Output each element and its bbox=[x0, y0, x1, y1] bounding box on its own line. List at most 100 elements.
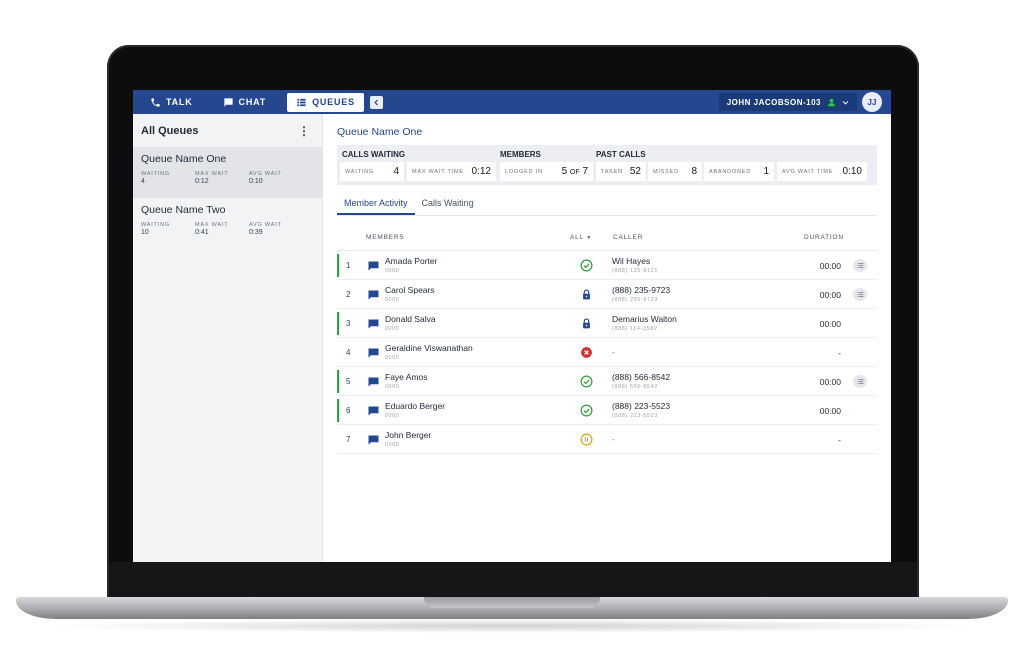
abandoned-stat: ABANDONED 1 bbox=[704, 162, 774, 181]
list-icon bbox=[857, 263, 863, 268]
tab-member-activity[interactable]: Member Activity bbox=[337, 198, 415, 215]
caller-name: (888) 235-9723 bbox=[612, 285, 671, 295]
top-nav-bar: TALK CHAT QUEUES JOHN JACOBSON-103 JJ bbox=[133, 90, 891, 114]
member-name: Amada Porter bbox=[385, 256, 438, 266]
member-extension: 0000 bbox=[385, 355, 400, 361]
member-name: Faye Amos bbox=[385, 372, 428, 382]
member-activity-table: MEMBERS ALL ▼ CALLER DURATION 1 Amada Por… bbox=[337, 225, 877, 454]
user-name: JOHN JACOBSON-103 bbox=[726, 97, 821, 107]
caller-number: (888) 566-8542 bbox=[612, 384, 659, 390]
sidebar-header: All Queues ⋮ bbox=[133, 114, 322, 147]
queue-stat-waiting: WAITING 4 bbox=[141, 171, 170, 185]
member-extension: 0000 bbox=[385, 442, 400, 448]
filter-all-dropdown[interactable]: ALL ▼ bbox=[570, 234, 592, 241]
list-icon bbox=[297, 98, 306, 106]
activity-tabs: Member Activity Calls Waiting bbox=[337, 198, 481, 215]
avatar[interactable]: JJ bbox=[862, 92, 882, 112]
list-icon bbox=[857, 292, 863, 297]
call-duration: 00:00 bbox=[819, 290, 841, 300]
members-heading: MEMBERS bbox=[500, 150, 541, 159]
chat-bubble-icon[interactable] bbox=[368, 319, 379, 329]
row-number: 4 bbox=[346, 348, 351, 357]
chat-bubble-icon[interactable] bbox=[368, 406, 379, 416]
laptop-notch bbox=[424, 597, 600, 608]
main-panel: Queue Name One CALLS WAITING MEMBERS PAS… bbox=[323, 114, 891, 562]
tab-chat[interactable]: CHAT bbox=[214, 93, 276, 112]
phone-icon bbox=[151, 97, 160, 107]
waiting-stat: WAITING 4 bbox=[340, 162, 404, 181]
avg-wait-time-stat: AVG WAIT TIME 0:10 bbox=[777, 162, 867, 181]
more-options-icon[interactable]: ⋮ bbox=[298, 124, 314, 138]
available-check-icon bbox=[580, 375, 593, 388]
details-list-button[interactable] bbox=[853, 375, 867, 388]
tab-talk-label: TALK bbox=[166, 97, 193, 107]
table-row[interactable]: 6 Eduardo Berger 0000 (888) 223-5523 (888) 2… bbox=[337, 396, 877, 425]
tab-queues[interactable]: QUEUES bbox=[287, 92, 364, 112]
call-duration: 00:00 bbox=[819, 406, 841, 416]
queue-item[interactable]: Queue Name Two WAITING 10 MAX WAIT 0:41 … bbox=[133, 198, 322, 249]
page-title: Queue Name One bbox=[337, 126, 423, 138]
call-duration: 00:00 bbox=[819, 261, 841, 271]
chat-bubble-icon[interactable] bbox=[368, 290, 379, 300]
chat-bubble-icon[interactable] bbox=[368, 261, 379, 271]
call-duration: - bbox=[838, 348, 841, 358]
table-row[interactable]: 3 Donald Salva 0000 Demarius Walton (888) 11… bbox=[337, 309, 877, 338]
user-menu[interactable]: JOHN JACOBSON-103 bbox=[718, 93, 857, 111]
member-extension: 0000 bbox=[385, 268, 400, 274]
queue-stats: WAITING 10 MAX WAIT 0:41 AVG WAIT 0:39 bbox=[141, 222, 314, 236]
chat-bubble-icon[interactable] bbox=[368, 348, 379, 358]
collapse-button[interactable] bbox=[369, 95, 383, 109]
member-extension: 0000 bbox=[385, 413, 400, 419]
caller-number: (888) 114-3582 bbox=[612, 326, 658, 332]
table-row[interactable]: 7 John Berger 0000 - - bbox=[337, 425, 877, 454]
sidebar-title: All Queues bbox=[141, 124, 199, 137]
chevron-left-icon bbox=[374, 99, 378, 105]
table-header: MEMBERS ALL ▼ CALLER DURATION bbox=[337, 225, 877, 251]
queue-item[interactable]: Queue Name One WAITING 4 MAX WAIT 0:12 A… bbox=[133, 147, 322, 198]
column-duration: DURATION bbox=[804, 234, 844, 241]
table-row[interactable]: 1 Amada Porter 0000 Wil Hayes (888) 135-9121… bbox=[337, 251, 877, 280]
table-row[interactable]: 5 Faye Amos 0000 (888) 566-8542 (888) 566-85… bbox=[337, 367, 877, 396]
queue-stat-avg-wait: AVG WAIT 0:10 bbox=[249, 171, 282, 185]
busy-lock-icon bbox=[580, 288, 593, 301]
tab-calls-waiting[interactable]: Calls Waiting bbox=[415, 198, 481, 215]
available-check-icon bbox=[580, 259, 593, 272]
chat-icon bbox=[223, 97, 233, 107]
row-number: 6 bbox=[346, 406, 351, 415]
caret-down-icon: ▼ bbox=[586, 235, 593, 241]
details-list-button[interactable] bbox=[853, 259, 867, 272]
app-screen: TALK CHAT QUEUES JOHN JACOBSON-103 JJ Al… bbox=[133, 90, 891, 562]
caller-name: - bbox=[612, 348, 615, 357]
details-list-button[interactable] bbox=[853, 288, 867, 301]
caller-name: Wil Hayes bbox=[612, 256, 651, 266]
chevron-down-icon bbox=[842, 100, 849, 105]
member-name: Carol Spears bbox=[385, 285, 435, 295]
caller-number: (888) 223-5523 bbox=[612, 413, 659, 419]
laptop-shadow bbox=[40, 619, 984, 633]
chat-bubble-icon[interactable] bbox=[368, 377, 379, 387]
queue-stat-waiting: WAITING 10 bbox=[141, 222, 170, 236]
queues-sidebar: All Queues ⋮ Queue Name One WAITING 4 MA… bbox=[133, 114, 323, 562]
queue-stat-avg-wait: AVG WAIT 0:39 bbox=[249, 222, 282, 236]
past-calls-heading: PAST CALLS bbox=[596, 150, 646, 159]
column-caller: CALLER bbox=[613, 234, 644, 241]
list-icon bbox=[857, 379, 863, 384]
caller-name: (888) 566-8542 bbox=[612, 372, 671, 382]
member-name: Geraldine Viswanathan bbox=[385, 343, 473, 353]
laptop-chin bbox=[109, 562, 917, 598]
queue-stat-max-wait: MAX WAIT 0:41 bbox=[195, 222, 229, 236]
table-row[interactable]: 4 Geraldine Viswanathan 0000 - - bbox=[337, 338, 877, 367]
missed-stat: MISSED 8 bbox=[648, 162, 702, 181]
caller-name: (888) 223-5523 bbox=[612, 401, 671, 411]
table-row[interactable]: 2 Carol Spears 0000 (888) 235-9723 (888) 235… bbox=[337, 280, 877, 309]
chat-bubble-icon[interactable] bbox=[368, 435, 379, 445]
row-number: 2 bbox=[346, 290, 351, 299]
logged-in-stat: LOGGED IN 5 OF 7 bbox=[500, 162, 593, 181]
tab-queues-label: QUEUES bbox=[312, 97, 355, 107]
call-duration: 00:00 bbox=[819, 319, 841, 329]
member-extension: 0000 bbox=[385, 384, 400, 390]
row-number: 5 bbox=[346, 377, 351, 386]
user-status-icon bbox=[828, 98, 835, 106]
caller-name: Demarius Walton bbox=[612, 314, 677, 324]
tab-talk[interactable]: TALK bbox=[141, 93, 202, 112]
